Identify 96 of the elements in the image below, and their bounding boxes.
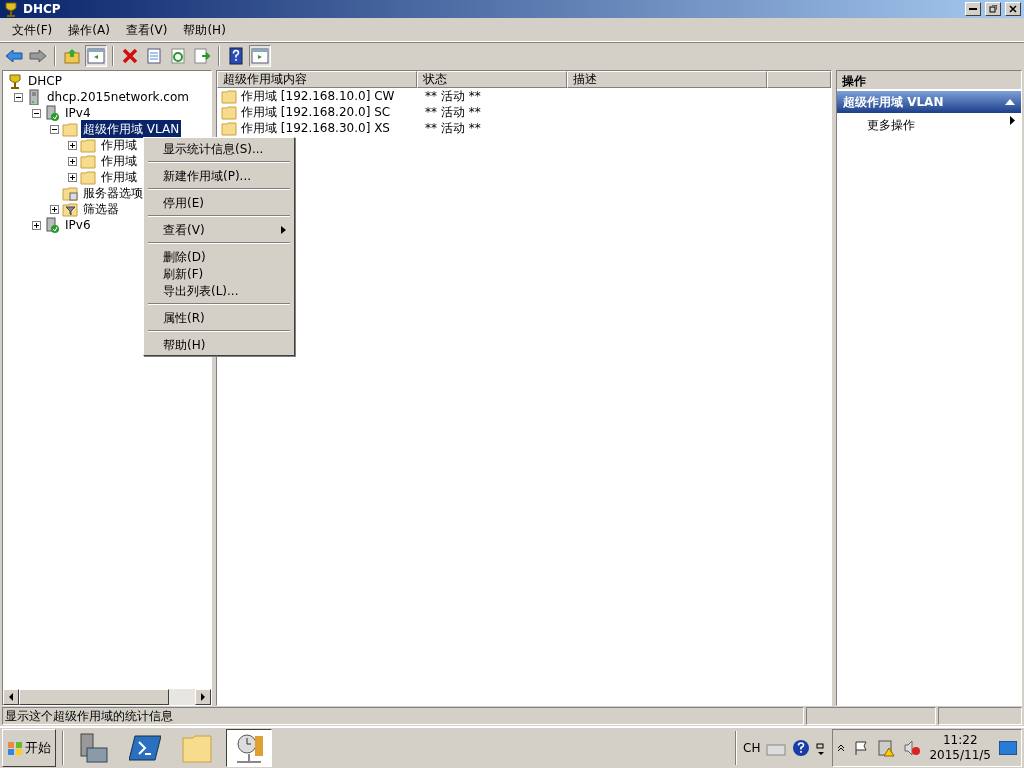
clock[interactable]: 11:22 2015/11/5 (929, 733, 991, 763)
server-check-icon (44, 217, 60, 233)
chevron-up-icon[interactable] (837, 744, 846, 752)
collapse-box-icon[interactable] (50, 124, 59, 134)
console-tree-button[interactable] (85, 44, 107, 67)
action-section-header[interactable]: 超级作用域 VLAN (837, 91, 1021, 113)
tree-item[interactable]: dhcp.2015network.com (45, 88, 191, 106)
minimize-icon (969, 8, 977, 10)
list-cell-text: 作用域 [192.168.30.0] XS (241, 120, 391, 137)
menu-item[interactable]: 导出列表(L)... (146, 282, 292, 299)
list-cell-text: ** 活动 ** (425, 120, 482, 137)
expand-box-icon[interactable] (32, 220, 41, 230)
column-header[interactable]: 描述 (567, 71, 767, 88)
expand-box-icon[interactable] (68, 172, 77, 182)
close-icon (1009, 5, 1017, 13)
collapse-icon (1005, 99, 1015, 105)
folder-icon (62, 121, 78, 137)
collapse-box-icon[interactable] (32, 108, 41, 118)
export-list-icon (193, 46, 211, 65)
folder-icon (80, 153, 96, 169)
list-cell-text: ** 活动 ** (425, 88, 482, 105)
menu-item[interactable]: 查看(V) (117, 18, 176, 41)
speaker-muted-icon[interactable] (903, 740, 922, 756)
folder-filter-icon (62, 201, 78, 217)
language-indicator[interactable]: CH (743, 739, 761, 757)
action-pane-header: 操作 (837, 71, 1021, 89)
terminal-prompt-icon (129, 732, 161, 764)
submenu-arrow-icon (1010, 116, 1015, 125)
window-title: DHCP (23, 1, 61, 18)
trophy-icon (7, 73, 23, 89)
tree-item[interactable]: IPv6 (63, 216, 93, 234)
menu-item[interactable]: 帮助(H) (175, 18, 234, 41)
column-header[interactable]: 超级作用域内容 (217, 71, 417, 88)
scroll-left-icon (8, 693, 14, 701)
menu-item[interactable]: 显示统计信息(S)... (146, 140, 292, 157)
menu-item[interactable]: 停用(E) (146, 194, 292, 211)
help-icon[interactable] (792, 739, 811, 757)
expand-box-icon[interactable] (68, 140, 77, 150)
tree-item[interactable]: 服务器选项 (81, 184, 145, 202)
help-icon (227, 46, 245, 65)
menu-item[interactable]: 操作(A) (60, 18, 118, 41)
menu-item[interactable]: 帮助(H) (146, 336, 292, 353)
server-check-icon (44, 105, 60, 121)
submenu-arrow-icon (281, 225, 286, 234)
expand-box-icon[interactable] (50, 204, 59, 214)
refresh-icon (169, 46, 187, 65)
list-cell-text: ** 活动 ** (425, 104, 482, 121)
expand-box-icon[interactable] (68, 156, 77, 166)
collapse-box-icon[interactable] (14, 92, 23, 102)
console-tree-icon (87, 46, 105, 65)
minimize-button[interactable] (965, 2, 981, 16)
tree-item[interactable]: 超级作用域 VLAN (81, 120, 182, 138)
restore-button[interactable] (985, 2, 1001, 16)
action-pane-button[interactable] (249, 44, 271, 67)
folder-icon (221, 104, 237, 120)
scroll-right-icon (200, 693, 206, 701)
menu-item[interactable]: 文件(F) (4, 18, 61, 41)
windows-logo-icon (7, 740, 23, 756)
clock-date: 2015/11/5 (929, 748, 991, 763)
menu-item[interactable]: 新建作用域(P)... (146, 167, 292, 184)
column-header[interactable]: 状态 (417, 71, 567, 88)
start-button[interactable]: 开始 (2, 729, 56, 767)
list-cell-text: 作用域 [192.168.10.0] CW (241, 88, 396, 105)
status-text: 显示这个超级作用域的统计信息 (2, 707, 804, 725)
back-arrow-icon (5, 46, 23, 65)
folder-icon (80, 169, 96, 185)
folder-options-icon (62, 185, 78, 201)
menu-item[interactable]: 刷新(F) (146, 265, 292, 282)
tree-item[interactable]: 作用域 (99, 168, 139, 186)
delete-icon (121, 46, 139, 65)
menu-item[interactable]: 删除(D) (146, 248, 292, 265)
taskbar-app-button[interactable] (226, 729, 272, 767)
tree-item[interactable]: 作用域 (99, 152, 139, 170)
menu-item[interactable]: 属性(R) (146, 309, 292, 326)
server-icon (26, 89, 42, 105)
forward-arrow-icon (29, 46, 47, 65)
list-cell-text: 作用域 [192.168.20.0] SC (241, 104, 392, 121)
properties-icon (145, 46, 163, 65)
folder-up-icon (63, 46, 81, 65)
flag-icon[interactable] (853, 740, 870, 756)
tree-item[interactable]: 筛选器 (81, 200, 121, 218)
restore-icon (989, 5, 997, 13)
action-item[interactable]: 更多操作 (837, 113, 1021, 137)
network-warning-icon[interactable] (877, 739, 896, 757)
clock-time: 11:22 (941, 733, 979, 748)
menu-item[interactable]: 查看(V) (146, 221, 292, 238)
action-pane-icon (251, 46, 269, 65)
horizontal-scrollbar[interactable] (3, 689, 211, 705)
section-title: 超级作用域 VLAN (843, 94, 944, 111)
tree-item[interactable]: IPv4 (63, 104, 93, 122)
scroll-thumb[interactable] (19, 689, 169, 705)
close-button[interactable] (1005, 2, 1021, 16)
tree-item[interactable]: 作用域 (99, 136, 139, 154)
folder-icon (181, 732, 213, 764)
trophy-icon (3, 1, 19, 17)
tree-item[interactable]: DHCP (26, 72, 64, 90)
